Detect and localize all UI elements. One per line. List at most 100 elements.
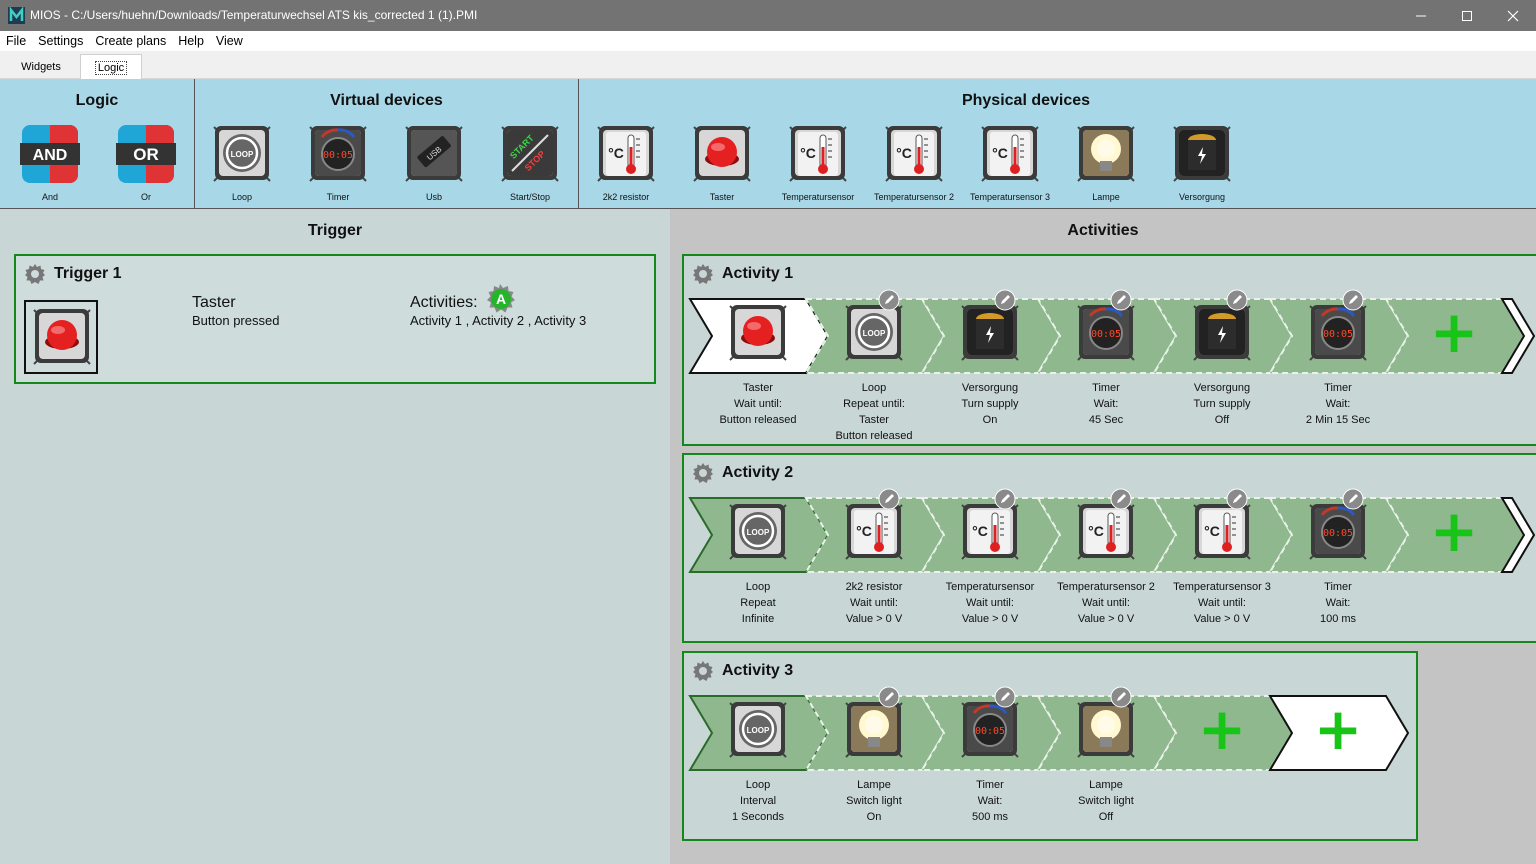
thermo-icon: °C [789, 126, 847, 182]
step-device[interactable]: 00:05 [1076, 302, 1136, 364]
add-step-button[interactable]: + [1314, 700, 1363, 758]
edit-icon[interactable] [1342, 488, 1364, 510]
palette-item-loop[interactable]: LOOP Loop [202, 123, 282, 205]
palette-item-temperatursensor[interactable]: °C Temperatursensor [778, 123, 858, 205]
edit-icon[interactable] [878, 686, 900, 708]
step-device[interactable]: °C [960, 501, 1020, 563]
taster-icon [33, 309, 91, 365]
palette-icon-holder: °C [980, 123, 1040, 185]
timer-icon: 00:05 [1309, 504, 1367, 560]
palette-item-lampe[interactable]: Lampe [1066, 123, 1146, 205]
step-label-line: Lampe [857, 779, 891, 791]
step-label-line: Button released [719, 414, 797, 426]
gear-icon[interactable] [692, 462, 714, 484]
step-label-line: Wait: [1325, 398, 1351, 410]
edit-icon[interactable] [994, 289, 1016, 311]
step-label-line: Switch light [1078, 795, 1134, 807]
edit-icon[interactable] [1226, 289, 1248, 311]
step-device[interactable]: 00:05 [960, 699, 1020, 761]
step-label: Timer Wait: 2 Min 15 Sec [1272, 380, 1404, 428]
step-label-line: Value > 0 V [1077, 613, 1135, 625]
palette-group-virtual-title: Virtual devices [330, 92, 443, 109]
menu-create-plans[interactable]: Create plans [89, 31, 172, 51]
timer-icon: 00:05 [309, 126, 367, 182]
add-step-button[interactable]: + [1430, 502, 1479, 560]
step-device[interactable] [844, 699, 904, 761]
title-bar: MIOS - C:/Users/huehn/Downloads/Temperat… [0, 0, 1536, 31]
palette-item-versorgung[interactable]: Versorgung [1162, 123, 1242, 205]
edit-icon[interactable] [878, 289, 900, 311]
palette-item-label: 2k2 resistor [602, 192, 650, 202]
palette-item-usb[interactable]: USB Usb [394, 123, 474, 205]
gear-icon[interactable] [692, 660, 714, 682]
edit-icon[interactable] [1342, 289, 1364, 311]
maximize-button[interactable] [1444, 0, 1490, 31]
step-device[interactable]: °C [1192, 501, 1252, 563]
edit-icon[interactable] [1110, 289, 1132, 311]
palette-item-taster[interactable]: Taster [682, 123, 762, 205]
trigger-panel: Trigger Trigger 1 Taster Button pressed … [0, 209, 670, 864]
gear-icon[interactable] [692, 263, 714, 285]
step-label-line: Infinite [741, 613, 775, 625]
tab-logic-label: Logic [94, 60, 128, 75]
add-step-button[interactable]: + [1430, 303, 1479, 361]
thermo-icon: °C [845, 504, 903, 560]
minimize-button[interactable] [1398, 0, 1444, 31]
palette-item-temperatursensor-3[interactable]: °C Temperatursensor 3 [970, 123, 1050, 205]
step-device[interactable]: LOOP [728, 699, 788, 761]
palette-group-logic-title: Logic [75, 92, 119, 109]
palette-item-timer[interactable]: 00:05 Timer [298, 123, 378, 205]
tab-logic[interactable]: Logic [80, 54, 142, 80]
activity-card[interactable]: Activity 2 LOOP Loop Repeat Infinite °C 2k2 re… [682, 453, 1536, 643]
thermo-icon: °C [1193, 504, 1251, 560]
step-device[interactable]: °C [1076, 501, 1136, 563]
step-device[interactable]: LOOP [844, 302, 904, 364]
step-device[interactable] [1076, 699, 1136, 761]
step-label: Taster Wait until: Button released [692, 380, 824, 428]
activity-card[interactable]: Activity 3 LOOP Loop Interval 1 Seconds Lampe… [682, 651, 1418, 841]
edit-icon[interactable] [1110, 488, 1132, 510]
menu-file[interactable]: File [0, 31, 32, 51]
step-label-line: Versorgung [1193, 382, 1251, 394]
step-label-line: Value > 0 V [961, 613, 1019, 625]
menu-view[interactable]: View [210, 31, 249, 51]
palette-icon-holder: 00:05 [308, 123, 368, 185]
edit-icon[interactable] [994, 686, 1016, 708]
menu-help[interactable]: Help [172, 31, 210, 51]
step-device[interactable] [728, 302, 788, 364]
step-device[interactable] [960, 302, 1020, 364]
palette-item-temperatursensor-2[interactable]: °C Temperatursensor 2 [874, 123, 954, 205]
step-device[interactable]: LOOP [728, 501, 788, 563]
tab-widgets[interactable]: Widgets [8, 54, 74, 80]
palette-item-and[interactable]: AND And [10, 123, 90, 205]
step-device[interactable]: °C [844, 501, 904, 563]
step-label-line: Loop [861, 382, 887, 394]
edit-icon[interactable] [1226, 488, 1248, 510]
step-device[interactable] [1192, 302, 1252, 364]
close-button[interactable] [1490, 0, 1536, 31]
palette-icon-holder: °C [596, 123, 656, 185]
svg-text:00:05: 00:05 [323, 150, 353, 161]
step-label: Loop Repeat Infinite [692, 579, 824, 627]
step-label-line: Timer [1324, 581, 1352, 593]
edit-icon[interactable] [878, 488, 900, 510]
trigger-card[interactable]: Trigger 1 Taster Button pressed Activiti… [14, 254, 656, 384]
trigger-card-title: Trigger 1 [54, 265, 122, 282]
step-device[interactable]: 00:05 [1308, 302, 1368, 364]
step-label-line: Wait until: [1198, 597, 1246, 609]
step-label-line: Temperatursensor 3 [1173, 581, 1271, 593]
palette-item-2k2-resistor[interactable]: °C 2k2 resistor [586, 123, 666, 205]
edit-icon[interactable] [1110, 686, 1132, 708]
edit-icon[interactable] [994, 488, 1016, 510]
menu-settings[interactable]: Settings [32, 31, 89, 51]
add-step-button[interactable]: + [1198, 700, 1247, 758]
palette-item-or[interactable]: OR Or [106, 123, 186, 205]
step-device[interactable]: 00:05 [1308, 501, 1368, 563]
palette-item-start-stop[interactable]: START STOP Start/Stop [490, 123, 570, 205]
loop-icon: LOOP [845, 305, 903, 361]
svg-text:LOOP: LOOP [231, 150, 254, 159]
gear-icon[interactable] [24, 263, 46, 285]
activity-card[interactable]: Activity 1 Taster Wait until: Button releas… [682, 254, 1536, 446]
step-label-line: 2k2 resistor [845, 581, 903, 593]
taster-icon [32, 306, 92, 368]
